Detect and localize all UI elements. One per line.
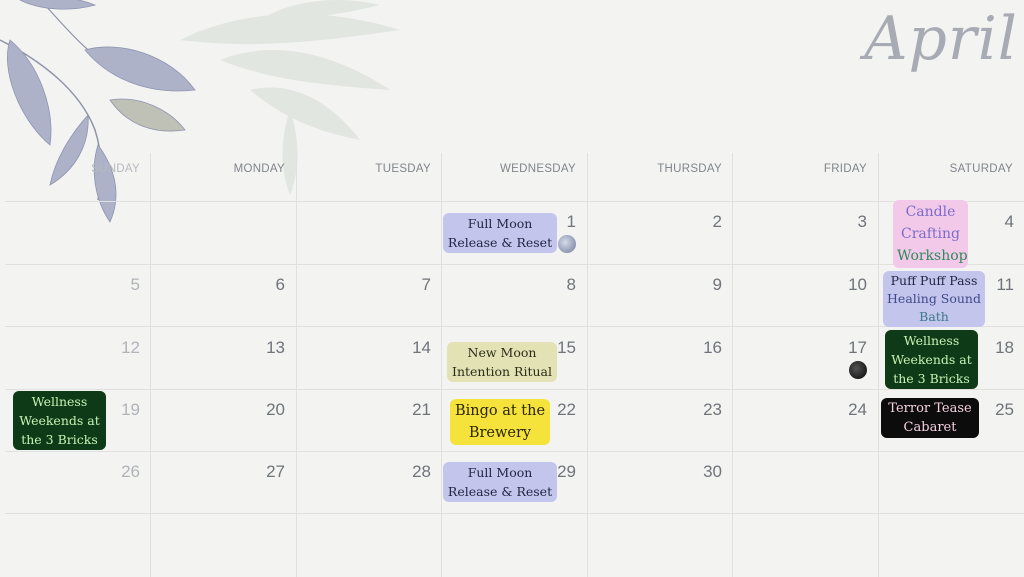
date-cell-23[interactable]: 23: [682, 400, 722, 420]
date-cell-3[interactable]: 3: [827, 212, 867, 232]
weekday-header-thursday: THURSDAY: [657, 163, 722, 175]
date-cell-18[interactable]: 18: [974, 338, 1014, 358]
date-cell-5[interactable]: 5: [100, 275, 140, 295]
event-terror-tease-cabaret[interactable]: Terror Tease Cabaret: [881, 398, 979, 438]
date-cell-30[interactable]: 30: [682, 462, 722, 482]
date-cell-7[interactable]: 7: [391, 275, 431, 295]
date-cell-16[interactable]: 16: [682, 338, 722, 358]
date-cell-10[interactable]: 10: [827, 275, 867, 295]
event-bingo-brewery[interactable]: Bingo at the Brewery: [450, 399, 550, 445]
weekday-header-friday: FRIDAY: [823, 163, 867, 175]
date-cell-4[interactable]: 4: [974, 212, 1014, 232]
event-wellness-weekends-apr19[interactable]: Wellness Weekends at the 3 Bricks: [13, 391, 106, 450]
full-moon-icon: [558, 235, 576, 253]
weekday-header-saturday: SATURDAY: [949, 163, 1013, 175]
event-healing-sound-bath[interactable]: Puff Puff Pass Healing Sound Bath: [883, 271, 985, 327]
date-cell-24[interactable]: 24: [827, 400, 867, 420]
event-full-moon-apr29[interactable]: Full Moon Release & Reset: [443, 462, 557, 502]
date-cell-27[interactable]: 27: [245, 462, 285, 482]
date-cell-28[interactable]: 28: [391, 462, 431, 482]
date-cell-21[interactable]: 21: [391, 400, 431, 420]
date-cell-2[interactable]: 2: [682, 212, 722, 232]
weekday-header-wednesday: WEDNESDAY: [500, 163, 576, 175]
new-moon-icon: [849, 361, 867, 379]
weekday-header-monday: MONDAY: [233, 163, 285, 175]
event-candle-crafting[interactable]: Candle Crafting Workshop: [893, 200, 968, 268]
date-cell-14[interactable]: 14: [391, 338, 431, 358]
weekday-header-sunday: SUNDAY: [91, 163, 140, 175]
date-cell-13[interactable]: 13: [245, 338, 285, 358]
event-full-moon-apr1[interactable]: Full Moon Release & Reset: [443, 213, 557, 253]
event-wellness-weekends-apr18[interactable]: Wellness Weekends at the 3 Bricks: [885, 330, 978, 389]
month-title: April: [864, 4, 1018, 74]
date-cell-8[interactable]: 8: [536, 275, 576, 295]
date-cell-20[interactable]: 20: [245, 400, 285, 420]
date-cell-25[interactable]: 25: [974, 400, 1014, 420]
date-cell-26[interactable]: 26: [100, 462, 140, 482]
date-cell-12[interactable]: 12: [100, 338, 140, 358]
date-cell-19[interactable]: 19: [100, 400, 140, 420]
date-cell-17[interactable]: 17: [827, 338, 867, 358]
date-cell-6[interactable]: 6: [245, 275, 285, 295]
event-new-moon-ritual[interactable]: New Moon Intention Ritual: [447, 342, 557, 382]
date-cell-9[interactable]: 9: [682, 275, 722, 295]
weekday-header-tuesday: TUESDAY: [375, 163, 431, 175]
